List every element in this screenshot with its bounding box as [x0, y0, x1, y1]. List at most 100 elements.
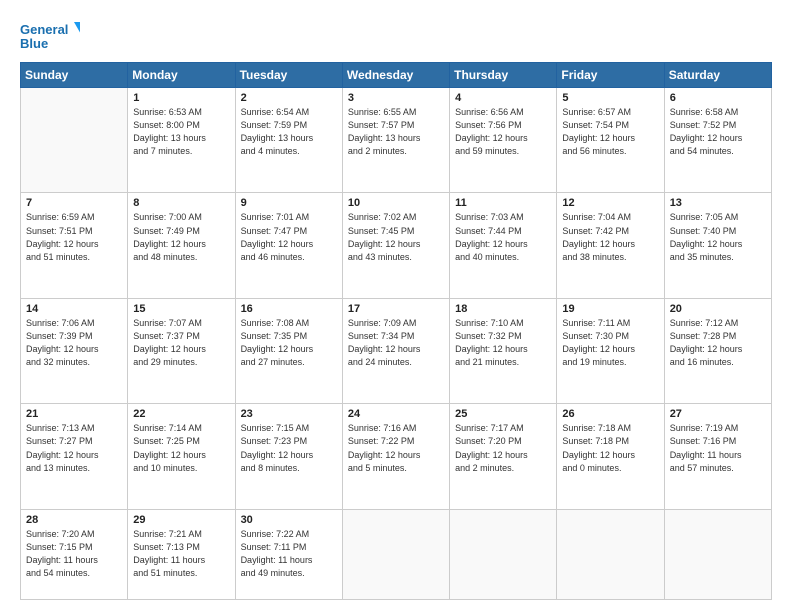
svg-text:General: General	[20, 22, 68, 37]
day-detail: Sunrise: 7:06 AMSunset: 7:39 PMDaylight:…	[26, 317, 122, 369]
day-detail: Sunrise: 7:18 AMSunset: 7:18 PMDaylight:…	[562, 422, 658, 474]
day-cell: 16 Sunrise: 7:08 AMSunset: 7:35 PMDaylig…	[235, 298, 342, 403]
day-cell	[557, 509, 664, 599]
day-cell	[21, 88, 128, 193]
day-cell: 14 Sunrise: 7:06 AMSunset: 7:39 PMDaylig…	[21, 298, 128, 403]
day-detail: Sunrise: 7:17 AMSunset: 7:20 PMDaylight:…	[455, 422, 551, 474]
day-cell: 7 Sunrise: 6:59 AMSunset: 7:51 PMDayligh…	[21, 193, 128, 298]
day-number: 16	[241, 303, 337, 315]
day-number: 11	[455, 197, 551, 209]
day-number: 5	[562, 92, 658, 104]
logo-svg: General Blue	[20, 18, 80, 54]
header: General Blue	[20, 18, 772, 54]
day-cell	[450, 509, 557, 599]
day-number: 4	[455, 92, 551, 104]
day-cell: 20 Sunrise: 7:12 AMSunset: 7:28 PMDaylig…	[664, 298, 771, 403]
week-row-1: 1 Sunrise: 6:53 AMSunset: 8:00 PMDayligh…	[21, 88, 772, 193]
day-number: 15	[133, 303, 229, 315]
day-cell: 28 Sunrise: 7:20 AMSunset: 7:15 PMDaylig…	[21, 509, 128, 599]
day-cell: 5 Sunrise: 6:57 AMSunset: 7:54 PMDayligh…	[557, 88, 664, 193]
day-detail: Sunrise: 6:55 AMSunset: 7:57 PMDaylight:…	[348, 106, 444, 158]
day-detail: Sunrise: 7:04 AMSunset: 7:42 PMDaylight:…	[562, 211, 658, 263]
day-header-thursday: Thursday	[450, 63, 557, 88]
day-number: 27	[670, 408, 766, 420]
week-row-2: 7 Sunrise: 6:59 AMSunset: 7:51 PMDayligh…	[21, 193, 772, 298]
day-detail: Sunrise: 7:01 AMSunset: 7:47 PMDaylight:…	[241, 211, 337, 263]
day-detail: Sunrise: 6:54 AMSunset: 7:59 PMDaylight:…	[241, 106, 337, 158]
day-number: 10	[348, 197, 444, 209]
day-detail: Sunrise: 7:15 AMSunset: 7:23 PMDaylight:…	[241, 422, 337, 474]
day-number: 17	[348, 303, 444, 315]
day-number: 14	[26, 303, 122, 315]
day-cell: 19 Sunrise: 7:11 AMSunset: 7:30 PMDaylig…	[557, 298, 664, 403]
day-number: 3	[348, 92, 444, 104]
day-cell: 17 Sunrise: 7:09 AMSunset: 7:34 PMDaylig…	[342, 298, 449, 403]
day-cell	[664, 509, 771, 599]
day-number: 18	[455, 303, 551, 315]
day-cell	[342, 509, 449, 599]
day-cell: 27 Sunrise: 7:19 AMSunset: 7:16 PMDaylig…	[664, 404, 771, 509]
day-header-monday: Monday	[128, 63, 235, 88]
day-detail: Sunrise: 7:05 AMSunset: 7:40 PMDaylight:…	[670, 211, 766, 263]
day-cell: 21 Sunrise: 7:13 AMSunset: 7:27 PMDaylig…	[21, 404, 128, 509]
logo: General Blue	[20, 18, 80, 54]
day-number: 23	[241, 408, 337, 420]
day-cell: 23 Sunrise: 7:15 AMSunset: 7:23 PMDaylig…	[235, 404, 342, 509]
day-detail: Sunrise: 7:02 AMSunset: 7:45 PMDaylight:…	[348, 211, 444, 263]
day-cell: 6 Sunrise: 6:58 AMSunset: 7:52 PMDayligh…	[664, 88, 771, 193]
day-detail: Sunrise: 7:21 AMSunset: 7:13 PMDaylight:…	[133, 528, 229, 580]
day-number: 19	[562, 303, 658, 315]
day-cell: 26 Sunrise: 7:18 AMSunset: 7:18 PMDaylig…	[557, 404, 664, 509]
day-header-tuesday: Tuesday	[235, 63, 342, 88]
day-cell: 13 Sunrise: 7:05 AMSunset: 7:40 PMDaylig…	[664, 193, 771, 298]
day-cell: 15 Sunrise: 7:07 AMSunset: 7:37 PMDaylig…	[128, 298, 235, 403]
day-cell: 1 Sunrise: 6:53 AMSunset: 8:00 PMDayligh…	[128, 88, 235, 193]
day-detail: Sunrise: 7:13 AMSunset: 7:27 PMDaylight:…	[26, 422, 122, 474]
day-number: 2	[241, 92, 337, 104]
day-cell: 4 Sunrise: 6:56 AMSunset: 7:56 PMDayligh…	[450, 88, 557, 193]
day-detail: Sunrise: 6:53 AMSunset: 8:00 PMDaylight:…	[133, 106, 229, 158]
day-detail: Sunrise: 7:10 AMSunset: 7:32 PMDaylight:…	[455, 317, 551, 369]
day-number: 26	[562, 408, 658, 420]
day-cell: 10 Sunrise: 7:02 AMSunset: 7:45 PMDaylig…	[342, 193, 449, 298]
day-cell: 29 Sunrise: 7:21 AMSunset: 7:13 PMDaylig…	[128, 509, 235, 599]
week-row-4: 21 Sunrise: 7:13 AMSunset: 7:27 PMDaylig…	[21, 404, 772, 509]
day-header-wednesday: Wednesday	[342, 63, 449, 88]
day-number: 6	[670, 92, 766, 104]
page: General Blue SundayMondayTuesdayWednesda…	[0, 0, 792, 612]
day-detail: Sunrise: 6:59 AMSunset: 7:51 PMDaylight:…	[26, 211, 122, 263]
day-detail: Sunrise: 6:57 AMSunset: 7:54 PMDaylight:…	[562, 106, 658, 158]
day-number: 22	[133, 408, 229, 420]
day-detail: Sunrise: 7:16 AMSunset: 7:22 PMDaylight:…	[348, 422, 444, 474]
day-detail: Sunrise: 7:19 AMSunset: 7:16 PMDaylight:…	[670, 422, 766, 474]
day-detail: Sunrise: 7:09 AMSunset: 7:34 PMDaylight:…	[348, 317, 444, 369]
day-number: 20	[670, 303, 766, 315]
day-detail: Sunrise: 7:07 AMSunset: 7:37 PMDaylight:…	[133, 317, 229, 369]
day-cell: 8 Sunrise: 7:00 AMSunset: 7:49 PMDayligh…	[128, 193, 235, 298]
day-number: 24	[348, 408, 444, 420]
day-number: 7	[26, 197, 122, 209]
day-cell: 25 Sunrise: 7:17 AMSunset: 7:20 PMDaylig…	[450, 404, 557, 509]
day-number: 1	[133, 92, 229, 104]
day-number: 25	[455, 408, 551, 420]
day-cell: 12 Sunrise: 7:04 AMSunset: 7:42 PMDaylig…	[557, 193, 664, 298]
day-detail: Sunrise: 7:14 AMSunset: 7:25 PMDaylight:…	[133, 422, 229, 474]
day-number: 21	[26, 408, 122, 420]
week-row-3: 14 Sunrise: 7:06 AMSunset: 7:39 PMDaylig…	[21, 298, 772, 403]
calendar-header-row: SundayMondayTuesdayWednesdayThursdayFrid…	[21, 63, 772, 88]
day-detail: Sunrise: 7:03 AMSunset: 7:44 PMDaylight:…	[455, 211, 551, 263]
day-detail: Sunrise: 7:11 AMSunset: 7:30 PMDaylight:…	[562, 317, 658, 369]
day-detail: Sunrise: 7:08 AMSunset: 7:35 PMDaylight:…	[241, 317, 337, 369]
day-header-sunday: Sunday	[21, 63, 128, 88]
day-detail: Sunrise: 7:22 AMSunset: 7:11 PMDaylight:…	[241, 528, 337, 580]
day-cell: 11 Sunrise: 7:03 AMSunset: 7:44 PMDaylig…	[450, 193, 557, 298]
day-cell: 30 Sunrise: 7:22 AMSunset: 7:11 PMDaylig…	[235, 509, 342, 599]
calendar: SundayMondayTuesdayWednesdayThursdayFrid…	[20, 62, 772, 600]
day-detail: Sunrise: 7:20 AMSunset: 7:15 PMDaylight:…	[26, 528, 122, 580]
day-number: 28	[26, 514, 122, 526]
day-detail: Sunrise: 6:58 AMSunset: 7:52 PMDaylight:…	[670, 106, 766, 158]
svg-text:Blue: Blue	[20, 36, 48, 51]
day-cell: 3 Sunrise: 6:55 AMSunset: 7:57 PMDayligh…	[342, 88, 449, 193]
week-row-5: 28 Sunrise: 7:20 AMSunset: 7:15 PMDaylig…	[21, 509, 772, 599]
day-cell: 9 Sunrise: 7:01 AMSunset: 7:47 PMDayligh…	[235, 193, 342, 298]
